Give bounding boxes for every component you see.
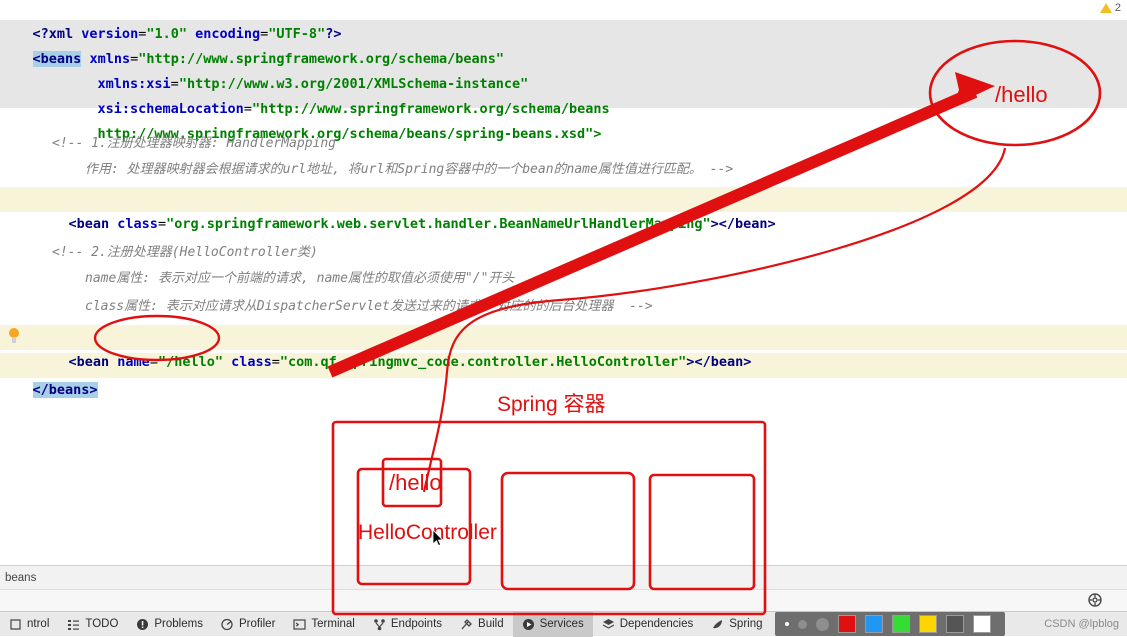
- spring-leaf-icon: [711, 618, 724, 631]
- brush-size-large-dot[interactable]: [816, 617, 829, 631]
- color-swatch-blue[interactable]: [865, 615, 883, 633]
- annotation-label-spring-container: Spring 容器: [497, 393, 606, 416]
- gear-icon[interactable]: [1087, 592, 1103, 608]
- code-line-5[interactable]: http://www.springframework.org/schema/be…: [0, 97, 1127, 142]
- code-line-9-comment[interactable]: <!-- 2.注册处理器(HelloController类): [0, 240, 1127, 265]
- statusbar-item-build[interactable]: Build: [451, 612, 513, 637]
- color-swatch-white[interactable]: [973, 615, 991, 633]
- statusbar-label-spring: Spring: [729, 618, 763, 630]
- build-hammer-icon: [460, 618, 473, 631]
- inspection-warning-counter[interactable]: 2: [1099, 2, 1121, 14]
- token-bean1-class-value: "org.springframework.web.servlet.handler…: [166, 216, 711, 232]
- code-line-13-beans-close[interactable]: </beans>: [0, 353, 1127, 398]
- statusbar-item-endpoints[interactable]: Endpoints: [364, 612, 451, 637]
- code-line-3[interactable]: xmlns:xsi="http://www.w3.org/2001/XMLSch…: [0, 47, 1127, 92]
- statusbar-item-version-control[interactable]: ntrol: [0, 612, 58, 637]
- brush-size-medium-dot[interactable]: [798, 619, 807, 629]
- csdn-watermark: CSDN @lpblog: [1044, 618, 1119, 630]
- code-line-4[interactable]: xsi:schemaLocation="http://www.springfra…: [0, 72, 1127, 117]
- code-line-2[interactable]: <beans xmlns="http://www.springframework…: [0, 22, 1127, 67]
- color-swatch-yellow[interactable]: [919, 615, 937, 633]
- statusbar-item-problems[interactable]: Problems: [127, 612, 212, 637]
- color-swatch-dark[interactable]: [946, 615, 964, 633]
- profiler-icon: [221, 618, 234, 631]
- statusbar-label-problems: Problems: [154, 618, 203, 630]
- token-bean1-open: <bean: [68, 216, 110, 232]
- token-bean1-close-gt: >: [710, 216, 719, 232]
- mouse-cursor: [433, 530, 444, 547]
- statusbar-label-todo: TODO: [85, 618, 119, 630]
- breadcrumb-path: beans: [5, 572, 37, 584]
- problems-icon: [136, 618, 149, 631]
- statusbar-label-dependencies: Dependencies: [619, 618, 694, 630]
- code-line-10-comment[interactable]: name属性: 表示对应一个前端的请求, name属性的取值必须使用"/"开头: [0, 266, 1127, 291]
- todo-icon: [67, 618, 80, 631]
- statusbar-label-services: Services: [539, 618, 584, 630]
- statusbar-item-terminal[interactable]: Terminal: [284, 612, 363, 637]
- statusbar-label-terminal: Terminal: [311, 618, 355, 630]
- code-line-6-comment[interactable]: <!-- 1.注册处理器映射器: HandlerMapping: [0, 131, 1127, 156]
- dependencies-icon: [602, 618, 615, 631]
- color-swatch-green[interactable]: [892, 615, 910, 633]
- statusbar-label-endpoints: Endpoints: [390, 618, 443, 630]
- warning-count-label: 2: [1114, 2, 1121, 14]
- statusbar-item-profiler[interactable]: Profiler: [212, 612, 284, 637]
- brush-size-small-dot[interactable]: [785, 622, 789, 626]
- annotation-label-hellocontroller: HelloController: [358, 521, 497, 544]
- code-editor[interactable]: <?xml version="1.0" encoding="UTF-8"?> <…: [0, 0, 1127, 565]
- annotation-label-box-hello: /hello: [389, 470, 442, 495]
- code-line-12-bean-hellocontroller[interactable]: <bean name="/hello" class="com.qf.spring…: [0, 325, 1127, 370]
- breadcrumb[interactable]: beans: [0, 565, 1127, 589]
- statusbar-label-build: Build: [478, 618, 504, 630]
- endpoints-icon: [373, 618, 386, 631]
- code-line-11-comment[interactable]: class属性: 表示对应请求从DispatcherServlet发送过来的请求…: [0, 294, 1127, 319]
- token-eq-6: =: [157, 216, 167, 232]
- terminal-icon: [293, 618, 307, 631]
- code-line-1[interactable]: <?xml version="1.0" encoding="UTF-8"?>: [0, 0, 1127, 42]
- code-line-7-comment[interactable]: 作用: 处理器映射器会根据请求的url地址, 将url和Spring容器中的一个…: [0, 157, 1127, 182]
- token-bean1-end: </bean>: [718, 216, 776, 232]
- statusbar-item-dependencies[interactable]: Dependencies: [593, 612, 703, 637]
- color-swatch-red[interactable]: [838, 615, 856, 633]
- code-line-8-bean-handlermapping[interactable]: <bean class="org.springframework.web.ser…: [0, 187, 1127, 232]
- statusbar-label-profiler: Profiler: [238, 618, 276, 630]
- token-beans-close: </beans>: [32, 382, 98, 398]
- annotation-label-hello-callout: /hello: [995, 82, 1048, 107]
- tool-strip: [0, 589, 1127, 611]
- token-bean1-class-attr: class: [117, 216, 158, 232]
- version-control-icon: [9, 618, 22, 631]
- statusbar-item-todo[interactable]: TODO: [58, 612, 127, 637]
- services-play-icon: [522, 618, 535, 631]
- statusbar-item-services[interactable]: Services: [512, 611, 593, 637]
- screen-annotation-toolbar[interactable]: [775, 612, 1005, 636]
- statusbar-item-spring[interactable]: Spring: [702, 612, 771, 637]
- statusbar-label-version-control: ntrol: [27, 618, 50, 630]
- warning-triangle-icon: [1099, 3, 1112, 13]
